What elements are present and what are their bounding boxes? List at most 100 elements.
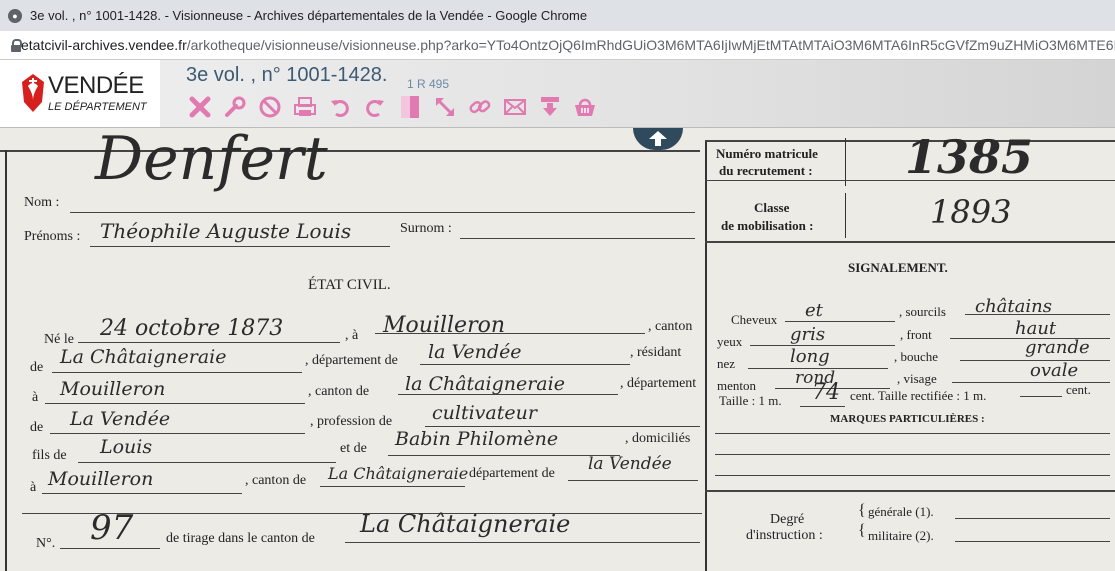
vl: [845, 193, 846, 238]
column-divider: [705, 140, 707, 571]
url-path[interactable]: /arkotheque/visionneuse/visionneuse.php?…: [187, 37, 1115, 53]
vendee-heart-logo-icon: [22, 74, 44, 112]
departement-de-label: , département de: [305, 353, 398, 368]
residant-label: , résidant: [630, 345, 682, 360]
forbidden-icon: [259, 96, 281, 118]
surnom-line: [460, 238, 695, 239]
line: [715, 475, 1110, 476]
classe-value: 1893: [930, 193, 1012, 231]
residence-canton: la Châtaigneraie: [405, 373, 565, 395]
matricule-label-2: du recrutement :: [719, 163, 813, 178]
download-button[interactable]: [536, 94, 564, 120]
print-button[interactable]: [291, 94, 319, 120]
a-label-3: à: [30, 480, 37, 495]
taille-label: Taille : 1 m.: [719, 393, 782, 408]
rotate-left-button[interactable]: [326, 94, 354, 120]
line: [800, 406, 845, 407]
classe-label-1: Classe: [754, 200, 790, 215]
line: [388, 455, 620, 456]
url-domain[interactable]: etatcivil-archives.vendee.fr: [21, 37, 187, 53]
commune-naissance: Mouilleron: [383, 313, 505, 338]
prenoms-label: Prénoms :: [24, 229, 81, 244]
wrench-icon: [225, 96, 246, 117]
basket-icon: [575, 98, 595, 116]
line: [705, 180, 1115, 181]
pere-value: Louis: [100, 436, 153, 458]
nom-value: Denfert: [95, 128, 328, 194]
residence-departement: La Vendée: [70, 408, 171, 430]
line: [1020, 396, 1062, 397]
tirage-canton: La Châtaigneraie: [360, 510, 571, 538]
signalement-heading: SIGNALEMENT.: [848, 260, 948, 275]
cent-label: cent.: [1066, 382, 1091, 397]
window-title: 3e vol. , n° 1001-1428. - Visionneuse - …: [30, 8, 588, 23]
canton-naissance: La Châtaigneraie: [60, 346, 227, 368]
line: [52, 372, 302, 373]
profession-de-label: , profession de: [310, 414, 393, 429]
numero-label: N°.: [36, 536, 56, 551]
page-favicon-icon: ●: [8, 8, 22, 23]
domicile-commune: Mouilleron: [48, 468, 154, 490]
image-viewer[interactable]: Denfert Nom : Prénoms : Théophile August…: [0, 128, 1115, 571]
etat-civil-heading: ÉTAT CIVIL.: [308, 277, 391, 293]
front-value: haut: [1015, 318, 1057, 339]
line: [715, 433, 1110, 434]
contrast-button[interactable]: [396, 94, 424, 120]
visage-value: ovale: [1030, 360, 1079, 381]
browser-title-bar: ● 3e vol. , n° 1001-1428. - Visionneuse …: [0, 0, 1115, 31]
departement-naissance: la Vendée: [428, 341, 522, 363]
surnom-label: Surnom :: [400, 221, 452, 236]
canton-de-label: , canton de: [308, 384, 370, 399]
rotate-right-button[interactable]: [361, 94, 389, 120]
generale-label: générale (1).: [868, 504, 934, 519]
visage-label: , visage: [897, 371, 937, 386]
link-button[interactable]: [466, 94, 494, 120]
settings-button[interactable]: [221, 94, 249, 120]
mere-value: Babin Philomène: [395, 428, 559, 450]
taille-rectifiee-label: cent. Taille rectifiée : 1 m.: [850, 388, 987, 403]
close-button[interactable]: [186, 94, 214, 120]
yeux-label: yeux: [717, 334, 743, 349]
basket-button[interactable]: [571, 94, 599, 120]
line: [60, 548, 160, 549]
line: [78, 342, 340, 343]
line: [320, 486, 465, 487]
marques-heading: MARQUES PARTICULIÈRES :: [830, 413, 985, 425]
yeux-value: gris: [790, 324, 826, 345]
taille-value: 74: [812, 380, 840, 405]
a-label-2: à: [32, 390, 39, 405]
bouche-label: , bouche: [894, 349, 939, 364]
brace: {: [858, 502, 866, 519]
line: [345, 542, 700, 543]
print-icon: [294, 97, 316, 116]
line: [42, 493, 242, 494]
prenoms-value: Théophile Auguste Louis: [100, 219, 352, 243]
tirage-label: de tirage dans le canton de: [166, 531, 315, 546]
nez-value: long: [790, 346, 830, 367]
domicilies-label: , domiciliés: [625, 431, 691, 446]
close-icon: [189, 96, 211, 118]
degre-label-1: Degré: [770, 512, 805, 527]
matricule-value: 1385: [905, 130, 1034, 184]
date-naissance: 24 octobre 1873: [100, 316, 284, 341]
line: [705, 490, 1115, 492]
resize-icon: [436, 98, 454, 116]
departement-de-label-2: département de: [469, 466, 555, 481]
line: [568, 480, 698, 481]
document-title: 3e vol. , n° 1001-1428.: [186, 64, 388, 86]
de-label-1: de: [30, 360, 44, 375]
a-label: , à: [345, 328, 359, 343]
resize-button[interactable]: [431, 94, 459, 120]
scanned-register-page: Denfert Nom : Prénoms : Théophile August…: [0, 128, 1115, 571]
left-border: [5, 150, 7, 571]
de-label-2: de: [30, 420, 44, 435]
mail-button[interactable]: [501, 94, 529, 120]
reset-button[interactable]: [256, 94, 284, 120]
link-icon: [469, 100, 491, 114]
vendee-logo[interactable]: VENDÉE LE DÉPARTEMENT: [0, 60, 160, 127]
address-bar[interactable]: etatcivil-archives.vendee.fr/arkotheque/…: [0, 31, 1115, 60]
logo-name: VENDÉE: [48, 72, 144, 99]
profession-value: cultivateur: [432, 402, 537, 424]
domicile-canton: La Châtaigneraie: [328, 464, 469, 483]
arrow-up-icon: [649, 131, 667, 146]
